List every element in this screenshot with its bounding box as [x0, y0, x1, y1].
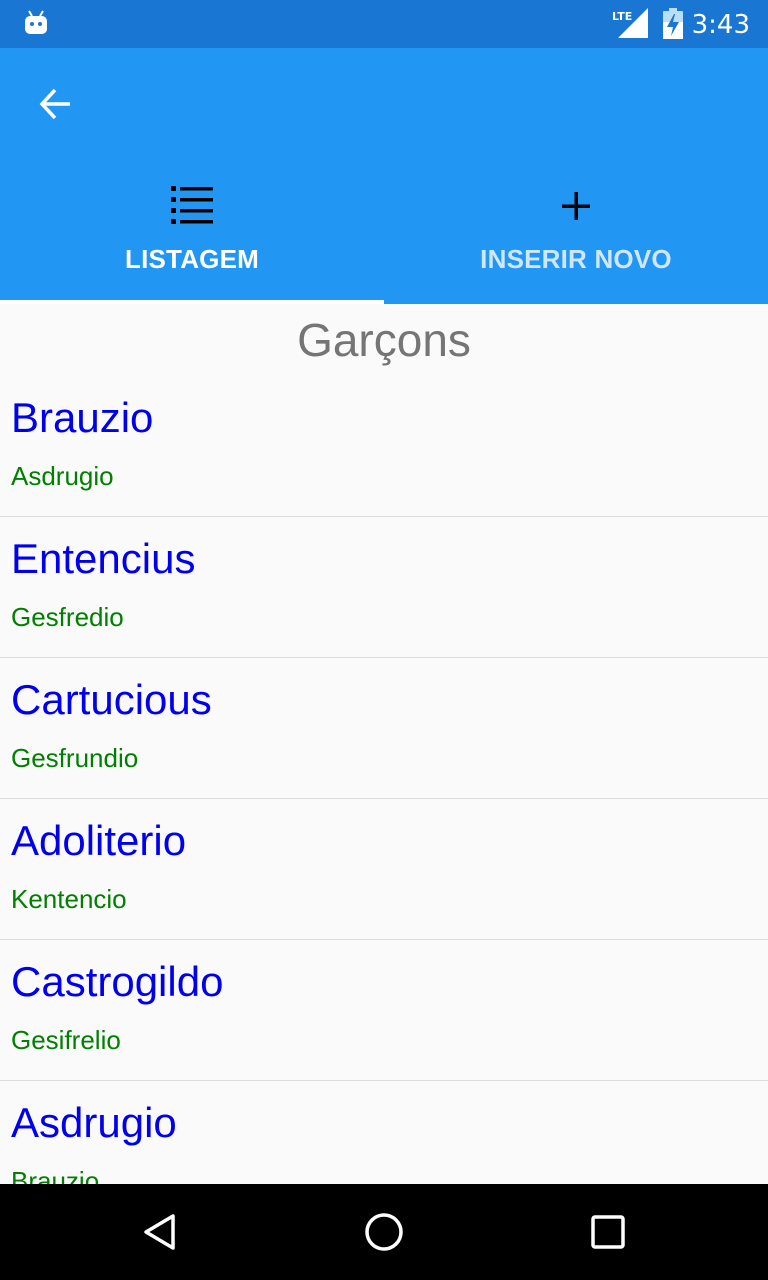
tab-inserir-novo[interactable]: INSERIR NOVO [384, 160, 768, 304]
item-name: Adoliterio [11, 817, 187, 864]
tab-listagem[interactable]: LISTAGEM [0, 160, 384, 304]
nav-recents-button[interactable] [584, 1208, 632, 1256]
android-icon [25, 10, 47, 34]
list-item[interactable]: Adoliterio Kentencio [0, 799, 768, 940]
item-subtitle: Kentencio [11, 884, 127, 914]
lte-signal-icon: LTE [612, 8, 648, 38]
nav-back-button[interactable] [136, 1208, 184, 1256]
item-subtitle: Brauzio [11, 1166, 100, 1184]
item-subtitle: Gesfrundio [11, 743, 139, 773]
home-circle-icon [365, 1213, 403, 1251]
list-item[interactable]: Brauzio Asdrugio [0, 376, 768, 517]
item-name: Cartucious [11, 676, 212, 723]
page-title: Garçons [297, 314, 471, 366]
battery-charging-icon [663, 8, 683, 39]
tab-label-inserir-novo: INSERIR NOVO [480, 244, 672, 274]
item-name: Asdrugio [11, 1099, 177, 1146]
app-bar: LISTAGEM INSERIR NOVO [0, 48, 768, 304]
status-bar: LTE 3:43 [0, 0, 768, 48]
list-item[interactable]: Cartucious Gesfrundio [0, 658, 768, 799]
item-name: Castrogildo [11, 958, 224, 1005]
status-time: 3:43 [691, 10, 750, 40]
back-triangle-icon [144, 1214, 175, 1250]
item-subtitle: Gesifrelio [11, 1025, 121, 1055]
list-item[interactable]: Entencius Gesfredio [0, 517, 768, 658]
navigation-bar [0, 1184, 768, 1280]
item-name: Entencius [11, 535, 196, 582]
list-item[interactable]: Asdrugio Brauzio [0, 1081, 768, 1184]
item-subtitle: Asdrugio [11, 461, 114, 491]
waiter-list: Brauzio Asdrugio Entencius Gesfredio Car… [0, 376, 768, 1184]
list-item[interactable]: Castrogildo Gesifrelio [0, 940, 768, 1081]
back-button[interactable] [24, 80, 88, 128]
lte-label: LTE [612, 10, 632, 23]
nav-home-button[interactable] [360, 1208, 408, 1256]
tab-label-listagem: LISTAGEM [125, 244, 259, 274]
item-subtitle: Gesfredio [11, 602, 124, 632]
item-name: Brauzio [11, 394, 154, 441]
arrow-back-icon [39, 88, 70, 120]
plus-icon [562, 192, 590, 220]
recents-square-icon [591, 1215, 625, 1249]
list-icon [171, 186, 213, 224]
content-area: Garçons Brauzio Asdrugio Entencius Gesfr… [0, 304, 768, 1184]
